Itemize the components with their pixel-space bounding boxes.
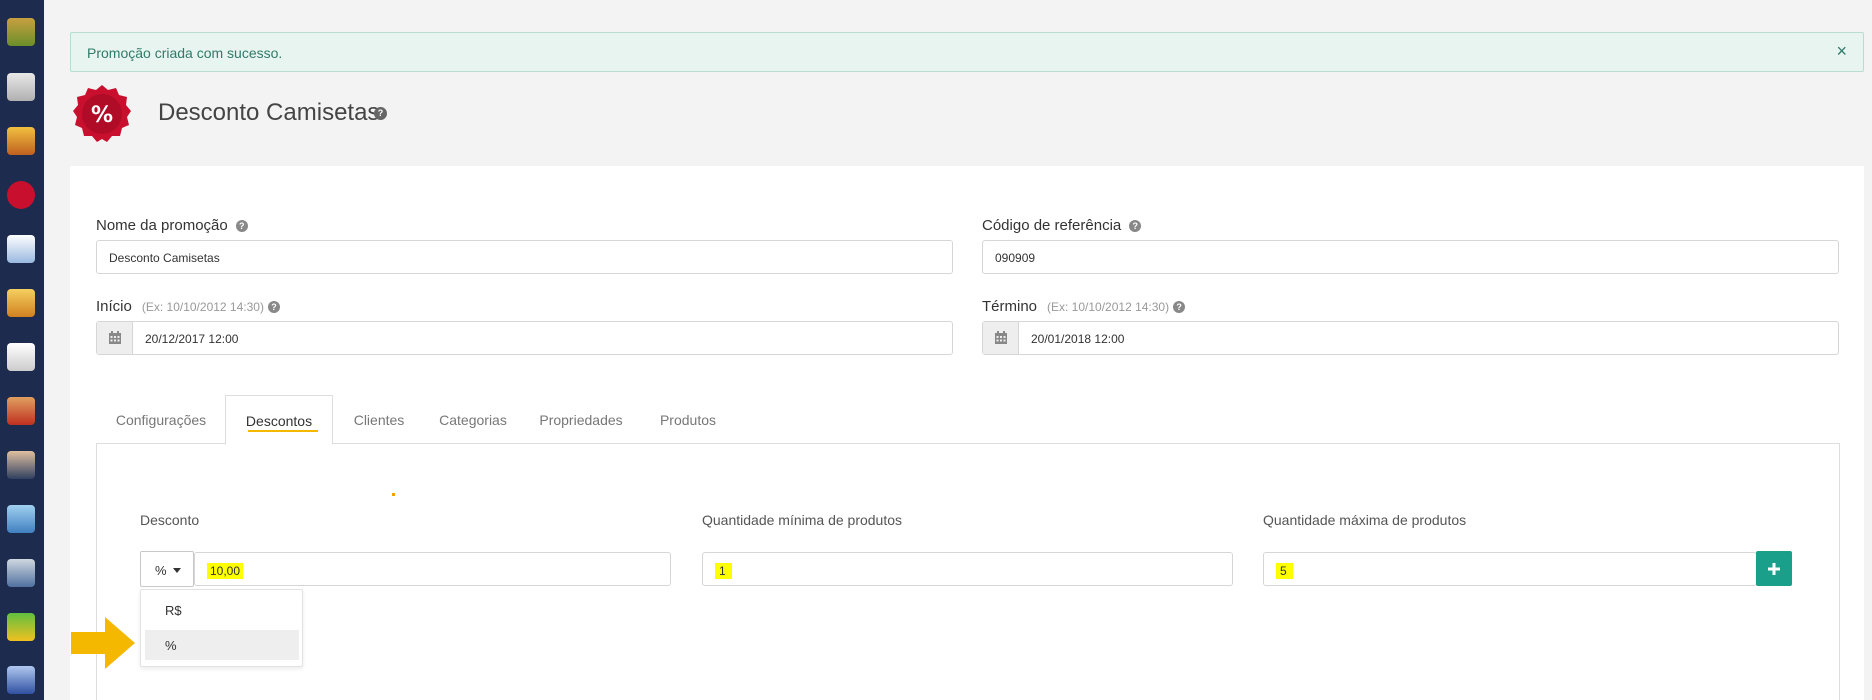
- add-button[interactable]: [1756, 551, 1792, 586]
- tab-produtos[interactable]: Produtos: [640, 395, 736, 445]
- end-date-value: 20/01/2018 12:00: [1031, 332, 1125, 346]
- end-date-label: Término (Ex: 10/10/2012 14:30)?: [982, 298, 1186, 315]
- promotion-tabs: Configurações Descontos Clientes Categor…: [96, 395, 1840, 445]
- discount-badge-icon: %: [73, 85, 131, 142]
- help-icon[interactable]: ?: [235, 220, 248, 233]
- note-icon[interactable]: [7, 343, 35, 371]
- success-alert: Promoção criada com sucesso. ×: [70, 32, 1864, 72]
- app-icon-13[interactable]: [7, 666, 35, 694]
- tab-categorias[interactable]: Categorias: [424, 395, 522, 445]
- promotion-name-label: Nome da promoção?: [96, 217, 248, 234]
- end-date-label-text: Término: [982, 298, 1038, 315]
- reference-code-label-text: Código de referência: [982, 217, 1122, 234]
- tab-descontos[interactable]: Descontos: [225, 395, 333, 445]
- tab-configuracoes[interactable]: Configurações: [96, 395, 226, 445]
- menu-item-reais[interactable]: R$: [145, 595, 299, 625]
- max-quantity-value: 5: [1276, 563, 1293, 579]
- arrow-right-icon: [71, 617, 135, 669]
- discount-label: Desconto: [140, 512, 200, 528]
- help-icon[interactable]: ?: [374, 107, 387, 120]
- plus-icon: [1768, 563, 1780, 575]
- start-date-input[interactable]: 20/12/2017 12:00: [96, 321, 953, 355]
- app-dock: [0, 0, 44, 700]
- reference-code-input[interactable]: 090909: [982, 240, 1839, 274]
- database-icon[interactable]: [7, 559, 35, 587]
- end-date-input[interactable]: 20/01/2018 12:00: [982, 321, 1839, 355]
- discount-type-selected: %: [155, 563, 167, 578]
- start-date-label: Início (Ex: 10/10/2012 14:30)?: [96, 298, 280, 315]
- reference-code-label: Código de referência?: [982, 217, 1142, 234]
- discount-value-input[interactable]: 10,00: [194, 552, 671, 586]
- tab-descontos-label: Descontos: [245, 413, 313, 429]
- app-icon-2[interactable]: [7, 73, 35, 101]
- discount-value: 10,00: [207, 563, 244, 579]
- start-date-label-text: Início: [96, 298, 132, 315]
- help-icon[interactable]: ?: [1173, 301, 1186, 314]
- image-icon[interactable]: [7, 505, 35, 533]
- decorative-dot: [392, 493, 395, 496]
- app-icon-3[interactable]: [7, 127, 35, 155]
- max-quantity-input[interactable]: 5: [1263, 552, 1757, 586]
- help-icon[interactable]: ?: [1129, 220, 1142, 233]
- calendar-icon[interactable]: [97, 322, 133, 354]
- caret-down-icon: [173, 568, 181, 573]
- active-tab-underline: [248, 430, 318, 432]
- alert-message: Promoção criada com sucesso.: [87, 45, 283, 61]
- app-icon-5[interactable]: [7, 235, 35, 263]
- page-title: Desconto Camisetas: [158, 99, 380, 126]
- user-icon[interactable]: [7, 451, 35, 479]
- badge-symbol: %: [91, 103, 113, 128]
- start-date-value: 20/12/2017 12:00: [145, 332, 239, 346]
- start-date-hint: (Ex: 10/10/2012 14:30): [141, 300, 264, 314]
- menu-item-percent[interactable]: %: [145, 630, 299, 660]
- close-icon[interactable]: ×: [1836, 41, 1847, 62]
- app-icon-1[interactable]: [7, 18, 35, 46]
- promotion-name-input[interactable]: Desconto Camisetas: [96, 240, 953, 274]
- max-quantity-label: Quantidade máxima de produtos: [1263, 512, 1467, 528]
- calendar-icon[interactable]: [983, 322, 1019, 354]
- discount-type-menu: R$ %: [140, 589, 303, 667]
- tab-clientes[interactable]: Clientes: [334, 395, 424, 445]
- discount-type-select[interactable]: %: [140, 551, 194, 587]
- people-icon[interactable]: [7, 397, 35, 425]
- promo-icon[interactable]: [7, 181, 35, 209]
- tab-propriedades[interactable]: Propriedades: [522, 395, 640, 445]
- min-quantity-label: Quantidade mínima de produtos: [702, 512, 903, 528]
- chart-icon[interactable]: [7, 613, 35, 641]
- min-quantity-input[interactable]: 1: [702, 552, 1233, 586]
- end-date-hint: (Ex: 10/10/2012 14:30): [1047, 300, 1170, 314]
- min-quantity-value: 1: [715, 563, 732, 579]
- truck-icon[interactable]: [7, 289, 35, 317]
- help-icon[interactable]: ?: [267, 301, 280, 314]
- promotion-name-label-text: Nome da promoção: [96, 217, 228, 234]
